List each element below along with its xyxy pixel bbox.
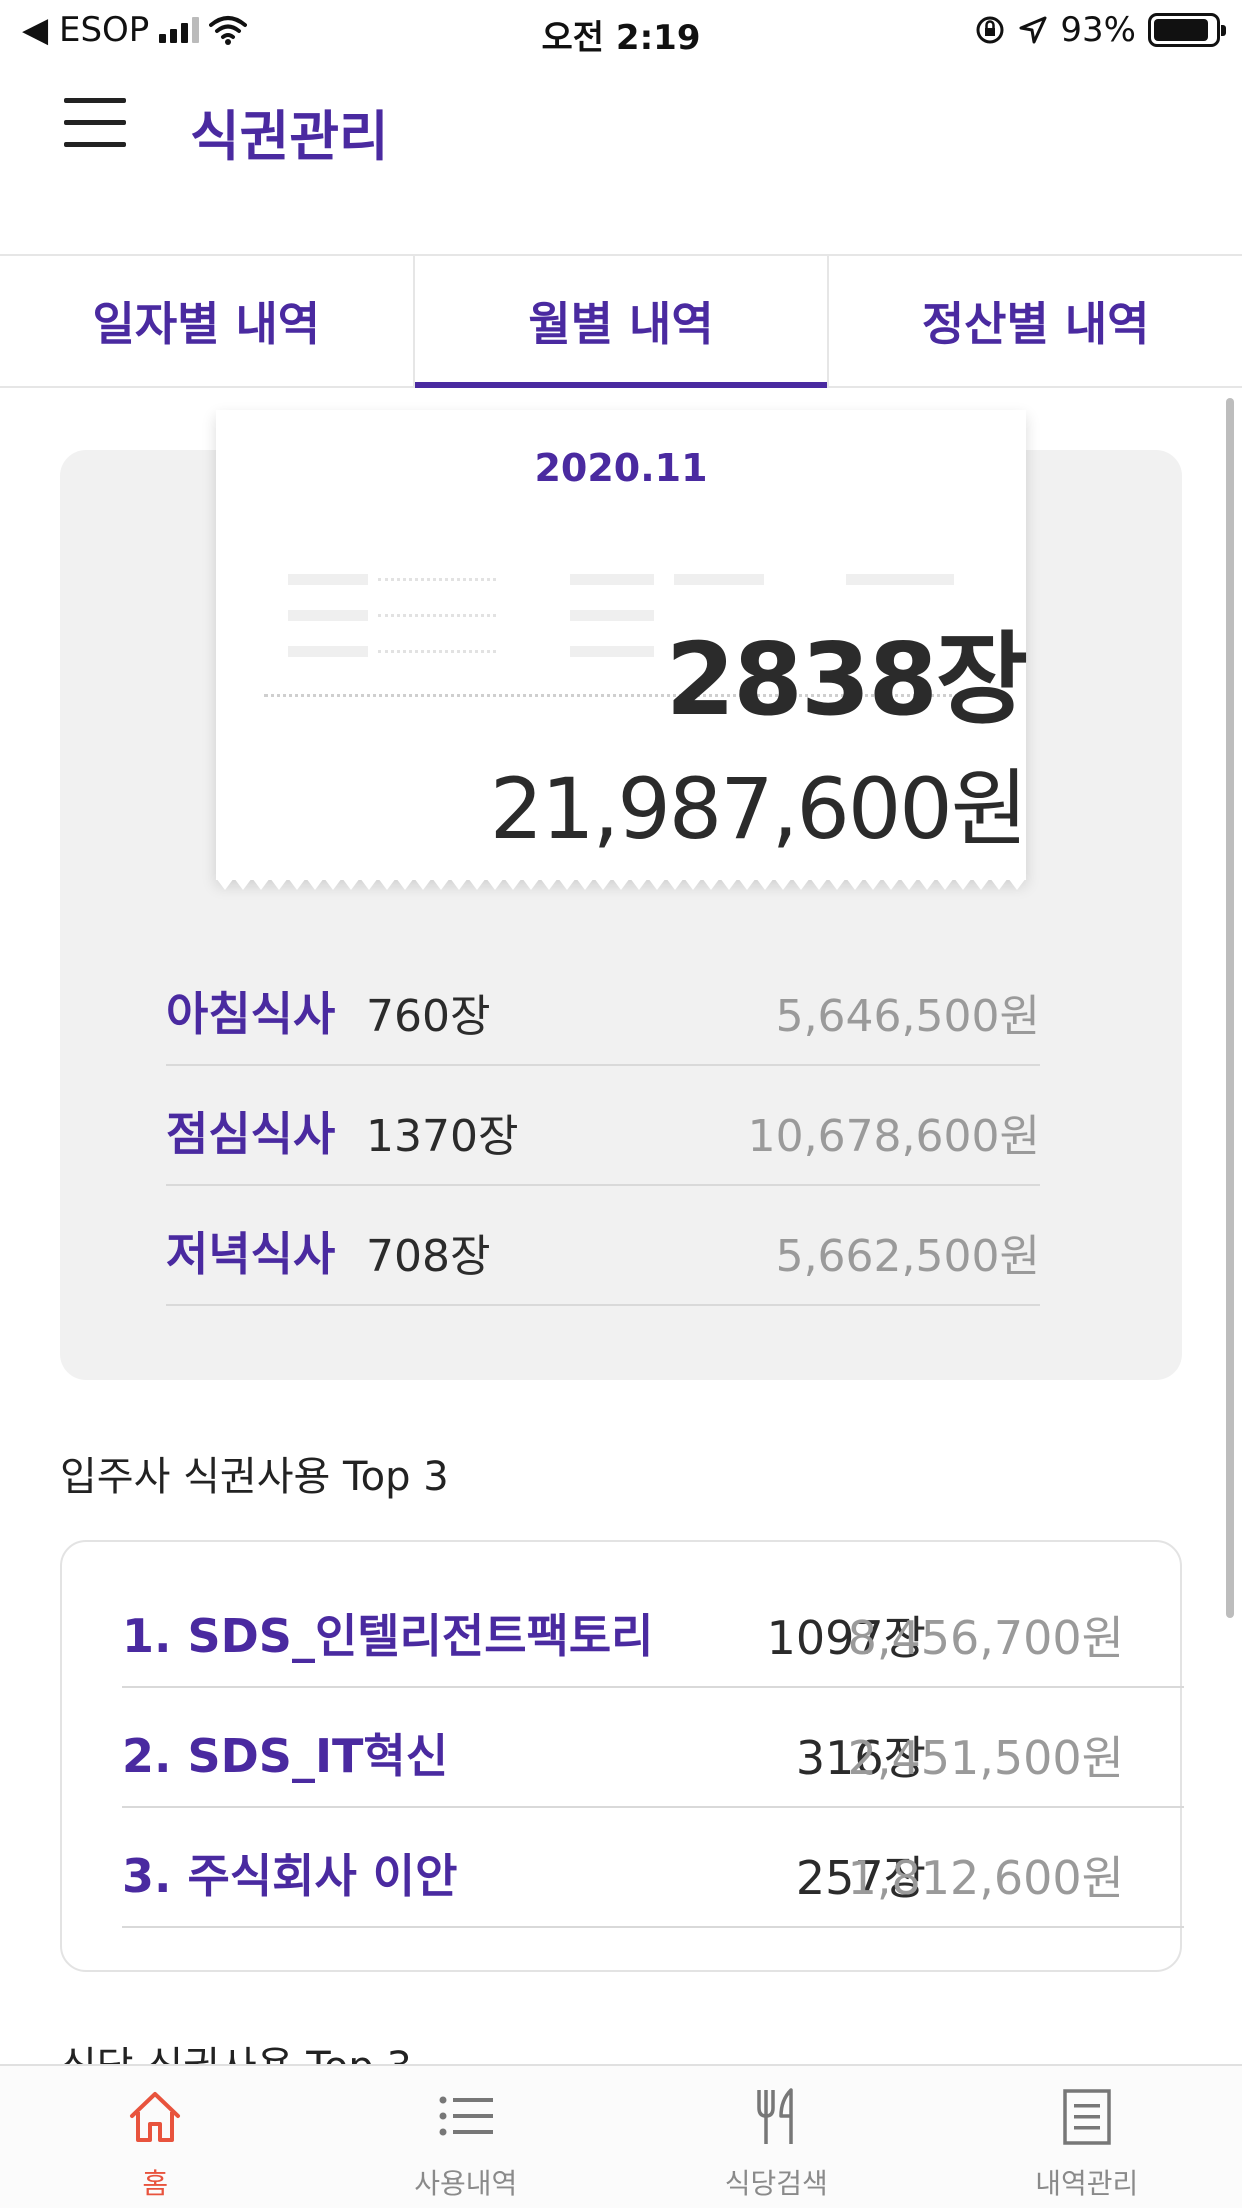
receipt-decoration [378, 578, 496, 581]
total-ticket-count: 2838장 [665, 621, 1028, 738]
status-right: 93% [974, 10, 1226, 50]
list-item[interactable]: 3. 주식회사 이안 257장 1,812,600원 [122, 1808, 1184, 1928]
meal-name: 아침식사 [166, 987, 336, 1041]
tenant-amount: 1,812,600원 [847, 1851, 1124, 1905]
meal-name: 저녁식사 [166, 1227, 336, 1281]
receipt-decoration [288, 574, 368, 585]
battery-percent: 93% [1060, 10, 1136, 50]
battery-icon [1148, 13, 1226, 47]
receipt-card: 2020.11 2838장 21,987,600원 [216, 410, 1028, 890]
rotation-lock-icon [976, 16, 1004, 44]
receipt-decoration [674, 574, 764, 585]
meal-count: 760장 [366, 991, 491, 1042]
tenant-name: 2. SDS_IT혁신 [122, 1729, 449, 1783]
page-title: 식권관리 [190, 105, 389, 168]
bottom-nav: 홈 사용내역 식당검색 내역관리 [0, 2064, 1242, 2208]
tenant-name: 3. 주식회사 이안 [122, 1849, 458, 1903]
tenant-top3-title: 입주사 식권사용 Top 3 [60, 1454, 449, 1500]
nav-label: 홈 [142, 2167, 169, 2200]
document-icon [1063, 2089, 1111, 2145]
meal-name: 점심식사 [166, 1107, 336, 1161]
nav-usage-history[interactable]: 사용내역 [311, 2066, 622, 2208]
meal-row: 아침식사 760장 5,646,500원 [166, 946, 1040, 1066]
tenant-amount: 2,451,500원 [847, 1731, 1124, 1785]
meal-row: 점심식사 1370장 10,678,600원 [166, 1066, 1040, 1186]
meal-count: 1370장 [366, 1111, 519, 1162]
app-header: 식권관리 [0, 64, 1242, 254]
tab-settlement[interactable]: 정산별 내역 [829, 256, 1242, 386]
list-item[interactable]: 1. SDS_인텔리전트팩토리 1097장 8,456,700원 [122, 1568, 1184, 1688]
nav-label: 식당검색 [724, 2167, 828, 2200]
total-amount: 21,987,600원 [489, 760, 1028, 858]
scrollbar[interactable] [1226, 398, 1234, 1618]
tab-bar: 일자별 내역 월별 내역 정산별 내역 [0, 254, 1242, 388]
meal-amount: 5,646,500원 [775, 991, 1040, 1042]
meal-count: 708장 [366, 1231, 491, 1282]
meal-amount: 5,662,500원 [775, 1231, 1040, 1282]
tab-monthly[interactable]: 월별 내역 [414, 256, 830, 388]
tab-daily[interactable]: 일자별 내역 [0, 256, 415, 386]
home-icon [130, 2092, 181, 2142]
nav-label: 내역관리 [1035, 2167, 1139, 2200]
tenant-amount: 8,456,700원 [847, 1611, 1124, 1665]
nav-label: 사용내역 [414, 2167, 518, 2200]
nav-restaurant-search[interactable]: 식당검색 [621, 2066, 932, 2208]
list-item[interactable]: 2. SDS_IT혁신 316장 2,451,500원 [122, 1688, 1184, 1808]
meal-amount: 10,678,600원 [747, 1111, 1040, 1162]
tenant-name: 1. SDS_인텔리전트팩토리 [122, 1609, 654, 1663]
fork-knife-icon [757, 2088, 793, 2144]
receipt-month: 2020.11 [534, 446, 708, 490]
receipt-decoration [846, 574, 954, 585]
nav-home[interactable]: 홈 [0, 2066, 311, 2208]
tenant-top3-card: 1. SDS_인텔리전트팩토리 1097장 8,456,700원 2. SDS_… [60, 1540, 1184, 1972]
meal-row: 저녁식사 708장 5,662,500원 [166, 1186, 1040, 1306]
location-arrow-icon [1019, 16, 1047, 44]
list-icon [439, 2096, 493, 2136]
menu-icon[interactable] [64, 96, 126, 148]
nav-history-management[interactable]: 내역관리 [932, 2066, 1242, 2208]
receipt-decoration [570, 574, 654, 585]
receipt-torn-edge [216, 878, 1026, 890]
status-bar: ◀ ESOP 오전 2:19 93% [0, 0, 1242, 64]
